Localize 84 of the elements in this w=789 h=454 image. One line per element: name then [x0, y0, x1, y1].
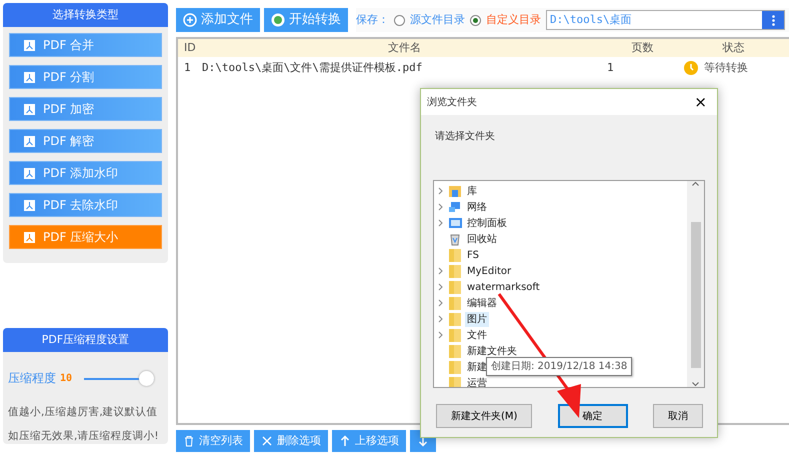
dialog-button[interactable]: 确定: [558, 404, 628, 428]
slider-thumb[interactable]: [139, 370, 154, 386]
folder-tree-item[interactable]: MyEditor: [465, 264, 514, 278]
folder-tree-item[interactable]: 网络: [465, 200, 489, 214]
up-arrow-icon: [339, 435, 351, 447]
chevron-icon[interactable]: [438, 266, 443, 275]
pdf-icon: [24, 232, 35, 242]
folder-tree-item[interactable]: 新建文件夹: [465, 344, 519, 358]
radio-button[interactable]: [470, 14, 481, 26]
control-panel-icon: [449, 216, 462, 230]
folder-icon: [449, 280, 462, 294]
dialog-title: 浏览文件夹: [427, 96, 477, 110]
conversion-type-label: PDF 压缩大小: [43, 229, 118, 246]
conversion-type-label: PDF 添加水印: [43, 165, 118, 182]
radio-button[interactable]: [394, 14, 405, 26]
folder-tree-item[interactable]: 新建: [465, 360, 489, 374]
folder-tree-item[interactable]: 库: [465, 184, 479, 198]
folder-icon: [449, 312, 462, 326]
dialog-prompt: 请选择文件夹: [434, 130, 496, 144]
table-cell-text: 1: [183, 60, 192, 76]
add-icon: [183, 13, 197, 27]
column-header: 文件名: [387, 40, 422, 56]
folder-icon: [449, 248, 462, 262]
column-header: 状态: [722, 40, 746, 56]
pdf-icon: [24, 104, 35, 114]
folder-tree-item[interactable]: 控制面板: [465, 216, 509, 230]
clock-icon: [684, 61, 698, 75]
dialog-button[interactable]: 新建文件夹(M): [436, 404, 532, 428]
folder-icon: [449, 344, 462, 358]
slider-value: 10: [60, 372, 72, 386]
conversion-type-label: PDF 合并: [43, 37, 94, 54]
folder-tree-item[interactable]: 图片: [465, 312, 489, 326]
slider-track[interactable]: [84, 370, 154, 386]
folder-icon: [449, 328, 462, 342]
close-icon: [261, 435, 273, 447]
hint-text: 值越小,压缩越厉害,建议默认值: [7, 405, 159, 420]
library-icon: [449, 184, 462, 198]
folder-icon: [449, 264, 462, 278]
scroll-down-icon: [692, 382, 699, 387]
folder-icon: [449, 296, 462, 310]
trash-icon: [183, 435, 195, 447]
panel-header: PDF压缩程度设置: [3, 328, 168, 352]
panel-header: 选择转换类型: [3, 3, 168, 27]
hint-text: 如压缩无效果,请压缩程度调小!: [7, 429, 160, 444]
pdf-icon: [24, 40, 35, 50]
conversion-type-label: PDF 分割: [43, 69, 94, 86]
chevron-icon[interactable]: [438, 186, 443, 195]
dialog-button[interactable]: 取消: [653, 404, 703, 428]
pdf-icon: [24, 168, 35, 178]
pdf-icon: [24, 200, 35, 210]
network-icon: [449, 200, 462, 214]
scrollbar[interactable]: [687, 181, 704, 387]
folder-tree-item[interactable]: watermarksoft: [465, 280, 542, 294]
chevron-icon[interactable]: [438, 282, 443, 291]
conversion-type-label: PDF 去除水印: [43, 197, 118, 214]
column-header: ID: [183, 40, 197, 56]
folder-tree-item[interactable]: FS: [465, 248, 481, 262]
folder-tree-item[interactable]: 运营: [465, 376, 489, 387]
pdf-icon: [24, 72, 35, 82]
folder-tree-item[interactable]: 编辑器: [465, 296, 499, 310]
down-arrow-icon: [417, 435, 429, 447]
chevron-icon[interactable]: [438, 202, 443, 211]
scroll-up-icon: [692, 181, 699, 186]
chevron-icon[interactable]: [438, 330, 443, 339]
chevron-icon[interactable]: [438, 314, 443, 323]
folder-tree-item[interactable]: 回收站: [465, 232, 499, 246]
chevron-icon[interactable]: [438, 298, 443, 307]
folder-icon: [449, 360, 462, 374]
slider-label: 压缩程度: [8, 370, 56, 387]
conversion-type-label: PDF 解密: [43, 133, 94, 150]
table-cell-text: 1: [607, 60, 615, 76]
folder-tree-item[interactable]: 文件: [465, 328, 489, 342]
column-header: 页数: [630, 40, 654, 56]
folder-icon: [449, 376, 462, 387]
pdf-icon: [24, 136, 35, 146]
conversion-type-label: PDF 加密: [43, 101, 94, 118]
chevron-icon[interactable]: [438, 218, 443, 227]
close-button[interactable]: ×: [690, 90, 711, 114]
recycle-bin-icon: [449, 232, 462, 246]
save-label: 保存：: [356, 12, 389, 28]
record-icon: [271, 13, 285, 27]
tooltip: 创建日期: 2019/12/18 14:38: [486, 357, 632, 376]
table-cell-text: 等待转换: [704, 60, 748, 76]
table-cell-text: D:\tools\桌面\文件\需提供证件模板.pdf: [202, 60, 424, 76]
